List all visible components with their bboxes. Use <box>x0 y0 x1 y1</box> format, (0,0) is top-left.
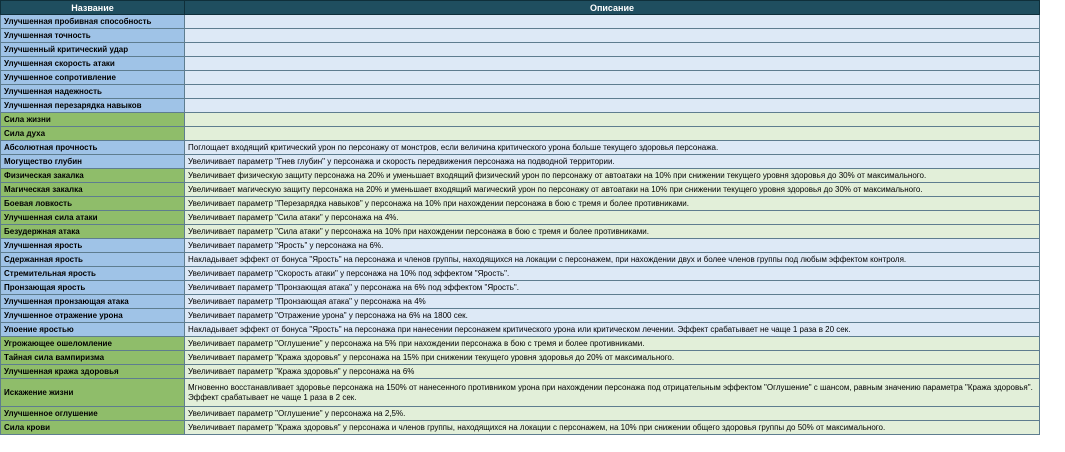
ability-description-cell[interactable] <box>184 126 1040 141</box>
ability-name-cell[interactable]: Улучшенная сила атаки <box>0 210 185 225</box>
table-row[interactable]: Улучшенная пронзающая атака Увеличивает п… <box>0 294 1040 309</box>
ability-description-cell[interactable]: Увеличивает параметр "Кража здоровья" у … <box>184 420 1040 435</box>
table-row[interactable]: Искажение жизни Мгновенно восстанавливает… <box>0 378 1040 407</box>
ability-name-cell[interactable]: Улучшенная скорость атаки <box>0 56 185 71</box>
ability-description-cell[interactable]: Увеличивает параметр "Сила атаки" у перс… <box>184 210 1040 225</box>
ability-name-cell[interactable]: Могущество глубин <box>0 154 185 169</box>
ability-name-cell[interactable]: Улучшенное оглушение <box>0 406 185 421</box>
table-row[interactable]: Магическая закалка Увеличивает магическую… <box>0 182 1040 197</box>
ability-name-cell[interactable]: Угрожающее ошеломление <box>0 336 185 351</box>
table-row[interactable]: Стремительная ярость Увеличивает параметр… <box>0 266 1040 281</box>
ability-description-cell[interactable]: Увеличивает параметр "Оглушение" у персо… <box>184 406 1040 421</box>
column-header-name[interactable]: Название <box>0 0 185 15</box>
ability-name-cell[interactable]: Улучшенная пронзающая атака <box>0 294 185 309</box>
ability-description-cell[interactable]: Увеличивает параметр "Кража здоровья" у … <box>184 364 1040 379</box>
table-row[interactable]: Физическая закалка Увеличивает физическую… <box>0 168 1040 183</box>
ability-description-cell[interactable] <box>184 84 1040 99</box>
table-row[interactable]: Угрожающее ошеломление Увеличивает параме… <box>0 336 1040 351</box>
ability-name-cell[interactable]: Улучшенный критический удар <box>0 42 185 57</box>
table-row[interactable]: Улучшенная пробивная способность <box>0 14 1040 29</box>
ability-name-cell[interactable]: Упоение яростью <box>0 322 185 337</box>
table-row[interactable]: Улучшенное оглушение Увеличивает параметр… <box>0 406 1040 421</box>
ability-description-cell[interactable]: Увеличивает параметр "Сила атаки" у перс… <box>184 224 1040 239</box>
ability-description-cell[interactable]: Увеличивает параметр "Отражение урона" у… <box>184 308 1040 323</box>
ability-name-cell[interactable]: Физическая закалка <box>0 168 185 183</box>
ability-description-cell[interactable] <box>184 56 1040 71</box>
table-row[interactable]: Улучшенная сила атаки Увеличивает парамет… <box>0 210 1040 225</box>
ability-name-cell[interactable]: Пронзающая ярость <box>0 280 185 295</box>
ability-name-cell[interactable]: Сила духа <box>0 126 185 141</box>
table-row[interactable]: Безудержная атака Увеличивает параметр "С… <box>0 224 1040 239</box>
ability-name-cell[interactable]: Боевая ловкость <box>0 196 185 211</box>
ability-name-cell[interactable]: Искажение жизни <box>0 378 185 407</box>
ability-name-cell[interactable]: Улучшенная перезарядка навыков <box>0 98 185 113</box>
ability-description-cell[interactable] <box>184 112 1040 127</box>
ability-name-cell[interactable]: Улучшенное отражение урона <box>0 308 185 323</box>
ability-name-cell[interactable]: Безудержная атака <box>0 224 185 239</box>
ability-name-cell[interactable]: Улучшенная надежность <box>0 84 185 99</box>
ability-name-cell[interactable]: Абсолютная прочность <box>0 140 185 155</box>
ability-name-cell[interactable]: Улучшенная пробивная способность <box>0 14 185 29</box>
ability-name-cell[interactable]: Магическая закалка <box>0 182 185 197</box>
ability-description-cell[interactable]: Увеличивает физическую защиту персонажа … <box>184 168 1040 183</box>
ability-name-cell[interactable]: Сила жизни <box>0 112 185 127</box>
table-row[interactable]: Улучшенное сопротивление <box>0 70 1040 85</box>
ability-description-cell[interactable]: Увеличивает параметр "Кража здоровья" у … <box>184 350 1040 365</box>
ability-description-cell[interactable]: Увеличивает параметр "Перезарядка навыко… <box>184 196 1040 211</box>
ability-name-cell[interactable]: Улучшенная точность <box>0 28 185 43</box>
ability-description-cell[interactable]: Увеличивает параметр "Пронзающая атака" … <box>184 294 1040 309</box>
table-row[interactable]: Пронзающая ярость Увеличивает параметр "П… <box>0 280 1040 295</box>
table-row[interactable]: Могущество глубин Увеличивает параметр "Г… <box>0 154 1040 169</box>
ability-description-cell[interactable]: Увеличивает магическую защиту персонажа … <box>184 182 1040 197</box>
abilities-table: Название Описание Улучшенная пробивная с… <box>0 0 1040 435</box>
ability-description-cell[interactable]: Поглощает входящий критический урон по п… <box>184 140 1040 155</box>
ability-name-cell[interactable]: Тайная сила вампиризма <box>0 350 185 365</box>
table-row[interactable]: Улучшенная надежность <box>0 84 1040 99</box>
ability-description-cell[interactable]: Увеличивает параметр "Пронзающая атака" … <box>184 280 1040 295</box>
table-row[interactable]: Улучшенная ярость Увеличивает параметр "Я… <box>0 238 1040 253</box>
ability-description-cell[interactable]: Увеличивает параметр "Оглушение" у персо… <box>184 336 1040 351</box>
ability-description-cell[interactable] <box>184 70 1040 85</box>
table-row[interactable]: Улучшенная скорость атаки <box>0 56 1040 71</box>
table-row[interactable]: Сила жизни <box>0 112 1040 127</box>
ability-description-cell[interactable] <box>184 98 1040 113</box>
table-row[interactable]: Сила духа <box>0 126 1040 141</box>
header-row: Название Описание <box>0 0 1040 15</box>
table-row[interactable]: Улучшенная кража здоровья Увеличивает пар… <box>0 364 1040 379</box>
ability-description-cell[interactable] <box>184 42 1040 57</box>
table-row[interactable]: Улучшенная перезарядка навыков <box>0 98 1040 113</box>
ability-description-cell[interactable]: Увеличивает параметр "Скорость атаки" у … <box>184 266 1040 281</box>
ability-name-cell[interactable]: Улучшенная кража здоровья <box>0 364 185 379</box>
table-row[interactable]: Сдержанная ярость Накладывает эффект от б… <box>0 252 1040 267</box>
ability-name-cell[interactable]: Стремительная ярость <box>0 266 185 281</box>
table-row[interactable]: Боевая ловкость Увеличивает параметр "Пер… <box>0 196 1040 211</box>
ability-description-cell[interactable] <box>184 14 1040 29</box>
table-row[interactable]: Упоение яростью Накладывает эффект от бон… <box>0 322 1040 337</box>
ability-description-cell[interactable]: Увеличивает параметр "Ярость" у персонаж… <box>184 238 1040 253</box>
table-row[interactable]: Улучшенный критический удар <box>0 42 1040 57</box>
table-row[interactable]: Тайная сила вампиризма Увеличивает параме… <box>0 350 1040 365</box>
table-row[interactable]: Улучшенная точность <box>0 28 1040 43</box>
table-body: Улучшенная пробивная способность Улучшенн… <box>0 14 1040 435</box>
ability-description-cell[interactable]: Накладывает эффект от бонуса "Ярость" на… <box>184 252 1040 267</box>
ability-name-cell[interactable]: Сила крови <box>0 420 185 435</box>
table-row[interactable]: Сила крови Увеличивает параметр "Кража зд… <box>0 420 1040 435</box>
ability-description-cell[interactable]: Мгновенно восстанавливает здоровье персо… <box>184 378 1040 407</box>
ability-description-cell[interactable]: Накладывает эффект от бонуса "Ярость" на… <box>184 322 1040 337</box>
ability-description-cell[interactable]: Увеличивает параметр "Гнев глубин" у пер… <box>184 154 1040 169</box>
table-row[interactable]: Улучшенное отражение урона Увеличивает па… <box>0 308 1040 323</box>
ability-name-cell[interactable]: Улучшенная ярость <box>0 238 185 253</box>
ability-name-cell[interactable]: Улучшенное сопротивление <box>0 70 185 85</box>
column-header-description[interactable]: Описание <box>184 0 1040 15</box>
ability-description-cell[interactable] <box>184 28 1040 43</box>
ability-name-cell[interactable]: Сдержанная ярость <box>0 252 185 267</box>
table-row[interactable]: Абсолютная прочность Поглощает входящий к… <box>0 140 1040 155</box>
